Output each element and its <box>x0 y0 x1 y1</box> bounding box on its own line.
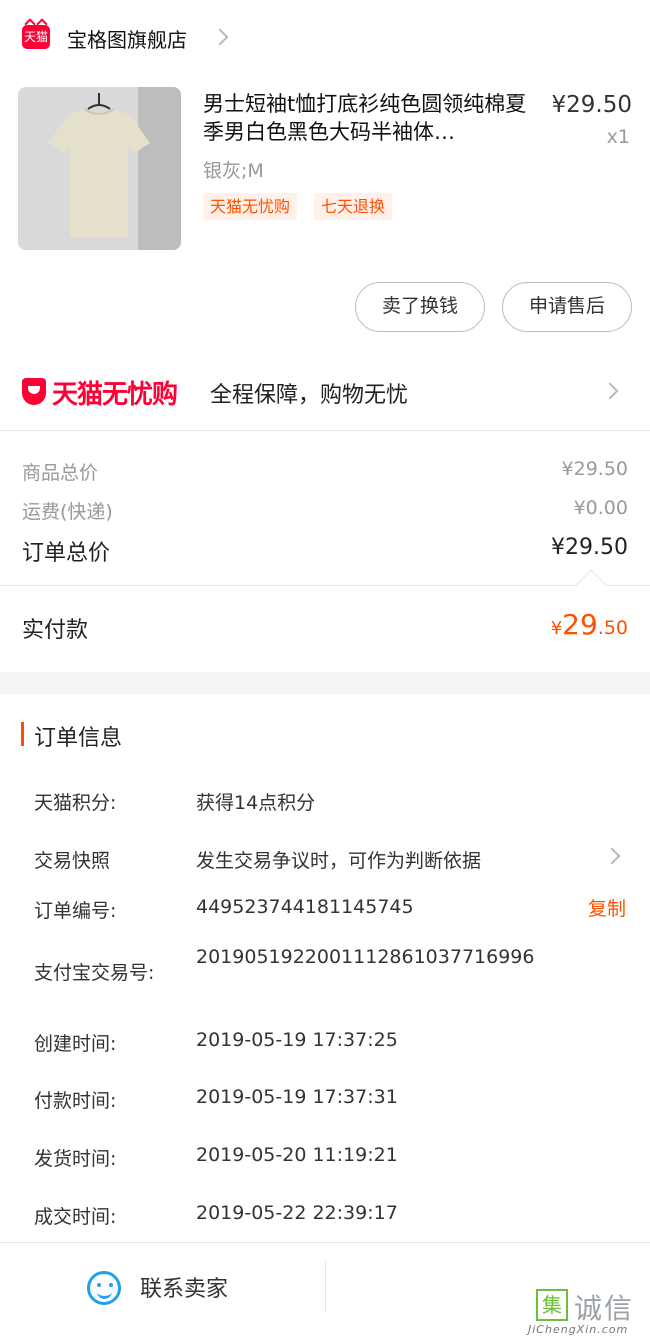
guarantee-banner[interactable]: 天猫无忧购 全程保障，购物无忧 <box>0 352 650 430</box>
created-time-value: 2019-05-19 17:37:25 <box>196 1029 398 1051</box>
guarantee-text: 全程保障，购物无忧 <box>210 383 409 408</box>
divider <box>0 430 650 431</box>
tmall-icon: 天猫 <box>22 25 50 49</box>
paid-value: ¥29.50 <box>551 608 628 641</box>
copy-button[interactable]: 复制 <box>588 894 626 921</box>
paid-integer: 29 <box>562 608 598 641</box>
watermark-logo: 集 诚信 JiChengXin.com <box>524 1283 650 1336</box>
divider <box>325 1261 326 1311</box>
section-accent-bar <box>21 722 24 746</box>
alipay-trade-label: 支付宝交易号: <box>34 962 155 984</box>
product-price: ¥29.50 <box>551 92 632 118</box>
guarantee-brand: 天猫无忧购 <box>52 380 178 410</box>
paid-label: 实付款 <box>22 618 89 643</box>
product-title[interactable]: 男士短袖t恤打底衫纯色圆领纯棉夏季男白色黑色大码半袖体… <box>203 90 533 146</box>
store-header[interactable]: 天猫 宝格图旗舰店 <box>0 0 650 76</box>
shipping-value: ¥0.00 <box>573 497 628 519</box>
store-name[interactable]: 宝格图旗舰店 <box>67 24 187 53</box>
section-gap <box>0 672 650 694</box>
paid-currency: ¥ <box>550 618 563 639</box>
payment-time-label: 付款时间: <box>34 1090 117 1112</box>
order-info-title: 订单信息 <box>34 726 123 751</box>
goods-total-label: 商品总价 <box>22 462 99 484</box>
tag-worry-free: 天猫无忧购 <box>203 193 298 220</box>
shipping-label: 运费(快递) <box>22 501 113 523</box>
order-total-label: 订单总价 <box>22 541 111 566</box>
created-time-label: 创建时间: <box>34 1033 117 1055</box>
resell-button[interactable]: 卖了换钱 <box>355 282 485 332</box>
after-sale-button[interactable]: 申请售后 <box>502 282 632 332</box>
order-total-value: ¥29.50 <box>551 535 628 560</box>
chevron-right-icon <box>601 382 619 400</box>
tag-seven-day-return: 七天退换 <box>314 193 393 220</box>
divider <box>0 585 650 586</box>
tmall-points-label: 天猫积分: <box>34 792 117 814</box>
alipay-trade-value: 2019051922001112861037716996 <box>196 946 535 968</box>
deal-time-value: 2019-05-22 22:39:17 <box>196 1202 398 1224</box>
contact-seller-button[interactable]: 联系卖家 <box>140 1271 228 1303</box>
snapshot-value[interactable]: 发生交易争议时，可作为判断依据 <box>196 846 481 873</box>
watermark-url: JiChengXin.com <box>528 1323 629 1336</box>
order-number-label: 订单编号: <box>34 900 117 922</box>
notch-pointer <box>575 569 607 601</box>
payment-time-value: 2019-05-19 17:37:31 <box>196 1086 398 1108</box>
product-image[interactable] <box>18 87 181 250</box>
goods-total-value: ¥29.50 <box>561 458 628 480</box>
order-number-value: 449523744181145745 <box>196 896 414 918</box>
snapshot-label[interactable]: 交易快照 <box>34 846 110 873</box>
chevron-right-icon <box>211 28 229 46</box>
product-sku: 银灰;M <box>203 160 264 182</box>
deal-time-label: 成交时间: <box>34 1206 117 1228</box>
watermark-chars: 诚信 <box>574 1292 635 1325</box>
shipping-time-value: 2019-05-20 11:19:21 <box>196 1144 398 1166</box>
paid-decimal: .50 <box>597 617 628 639</box>
chevron-right-icon[interactable] <box>603 847 621 865</box>
watermark-box: 集 <box>536 1289 568 1321</box>
shipping-time-label: 发货时间: <box>34 1148 117 1170</box>
chat-smile-icon[interactable] <box>87 1271 121 1305</box>
product-quantity: x1 <box>606 126 630 148</box>
shield-icon <box>22 378 46 405</box>
tmall-points-value: 获得14点积分 <box>196 792 316 814</box>
